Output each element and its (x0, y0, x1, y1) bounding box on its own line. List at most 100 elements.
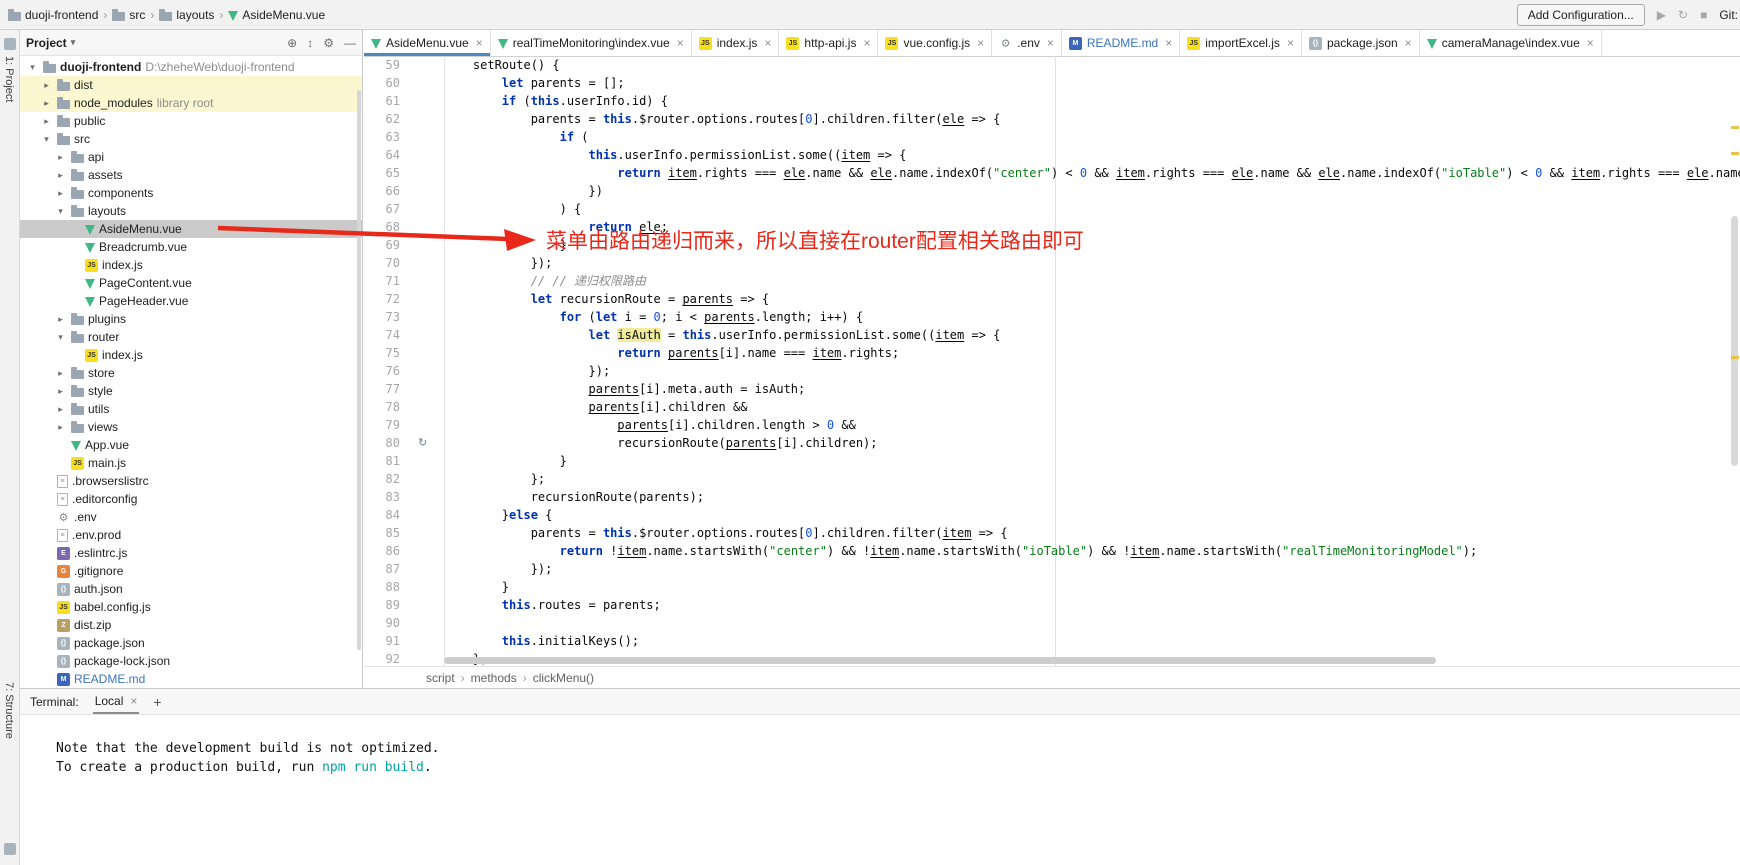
code-line[interactable]: parents = this.$router.options.routes[0]… (444, 110, 1740, 128)
git-label[interactable]: Git: (1719, 8, 1738, 22)
new-terminal-icon[interactable]: + (153, 694, 161, 710)
chevron-right-icon[interactable]: ▸ (54, 386, 67, 397)
code-line[interactable]: recursionRoute(parents); (444, 488, 1740, 506)
chevron-right-icon[interactable]: ▸ (40, 98, 53, 109)
error-stripe-mark[interactable] (1731, 126, 1739, 129)
tree-item-env[interactable]: ⚙.env (20, 508, 362, 526)
close-tab-icon[interactable]: × (1587, 36, 1594, 50)
editor-tab[interactable]: JShttp-api.js× (779, 30, 878, 56)
terminal-tab-local[interactable]: Local × (93, 689, 140, 714)
code-line[interactable]: }); (444, 362, 1740, 380)
code-line[interactable]: } (444, 452, 1740, 470)
code-editor[interactable]: setRoute() { let parents = []; if (this.… (444, 56, 1740, 666)
error-stripe-mark[interactable] (1731, 356, 1739, 359)
locate-file-icon[interactable]: ⊕ (287, 37, 297, 49)
editor-tab[interactable]: JSindex.js× (692, 30, 780, 56)
terminal-tool-icon[interactable] (4, 843, 16, 855)
code-line[interactable]: for (let i = 0; i < parents.length; i++)… (444, 308, 1740, 326)
tree-item-src[interactable]: ▾src (20, 130, 362, 148)
tree-item-app-vue[interactable]: App.vue (20, 436, 362, 454)
tree-item-utils[interactable]: ▸utils (20, 400, 362, 418)
tree-item-node-modules[interactable]: ▸node_modules library root (20, 94, 362, 112)
code-line[interactable]: parents[i].meta.auth = isAuth; (444, 380, 1740, 398)
tree-item-editorconfig[interactable]: ≡.editorconfig (20, 490, 362, 508)
tree-item-router[interactable]: ▾router (20, 328, 362, 346)
code-line[interactable]: ) { (444, 200, 1740, 218)
close-tab-icon[interactable]: × (130, 694, 137, 708)
settings-gear-icon[interactable]: ⚙ (323, 37, 334, 49)
code-line[interactable]: if ( (444, 128, 1740, 146)
stripe-structure-button[interactable]: 7: Structure (3, 682, 15, 739)
editor-breadcrumb-item[interactable]: script (426, 671, 455, 685)
tree-item-package-lock-json[interactable]: {}package-lock.json (20, 652, 362, 670)
code-line[interactable]: if (this.userInfo.id) { (444, 92, 1740, 110)
chevron-right-icon[interactable]: ▸ (54, 152, 67, 163)
editor-vertical-scrollbar[interactable] (1731, 216, 1738, 466)
tree-item-breadcrumb-vue[interactable]: Breadcrumb.vue (20, 238, 362, 256)
code-line[interactable]: // // 递归权限路由 (444, 272, 1740, 290)
terminal-output[interactable]: Note that the development build is not o… (20, 715, 1740, 777)
tree-item-dist-zip[interactable]: Zdist.zip (20, 616, 362, 634)
close-tab-icon[interactable]: × (863, 36, 870, 50)
code-line[interactable]: recursionRoute(parents[i].children); (444, 434, 1740, 452)
code-line[interactable]: return item.rights === ele.name && ele.n… (444, 164, 1740, 182)
tree-item-assets[interactable]: ▸assets (20, 166, 362, 184)
editor-tab[interactable]: ⚙.env× (992, 30, 1062, 56)
code-line[interactable]: return ele; (444, 218, 1740, 236)
stop-icon[interactable]: ■ (1700, 9, 1707, 21)
tree-item-eslintrc-js[interactable]: E.eslintrc.js (20, 544, 362, 562)
chevron-right-icon[interactable]: ▸ (54, 314, 67, 325)
chevron-right-icon[interactable]: ▸ (54, 404, 67, 415)
close-tab-icon[interactable]: × (476, 36, 483, 50)
code-line[interactable]: }) (444, 182, 1740, 200)
code-line[interactable]: parents[i].children && (444, 398, 1740, 416)
code-line[interactable]: parents = this.$router.options.routes[0]… (444, 524, 1740, 542)
tree-item-gitignore[interactable]: G.gitignore (20, 562, 362, 580)
code-line[interactable]: let parents = []; (444, 74, 1740, 92)
code-line[interactable]: this.initialKeys(); (444, 632, 1740, 650)
tree-item-components[interactable]: ▸components (20, 184, 362, 202)
code-line[interactable]: let recursionRoute = parents => { (444, 290, 1740, 308)
tree-item-layouts[interactable]: ▾layouts (20, 202, 362, 220)
tree-item-asidemenu-vue[interactable]: AsideMenu.vue (20, 220, 362, 238)
editor-breadcrumb-item[interactable]: clickMenu() (533, 671, 594, 685)
tree-item-style[interactable]: ▸style (20, 382, 362, 400)
tree-item-views[interactable]: ▸views (20, 418, 362, 436)
breadcrumb-item[interactable]: duoji-frontend (8, 8, 98, 22)
code-line[interactable]: let isAuth = this.userInfo.permissionLis… (444, 326, 1740, 344)
tree-item-duoji-frontend[interactable]: ▾duoji-frontend D:\zheheWeb\duoji-fronte… (20, 58, 362, 76)
code-line[interactable]: } (444, 236, 1740, 254)
recursive-call-gutter-icon[interactable]: ↻ (418, 436, 427, 450)
project-scrollbar[interactable] (357, 90, 361, 650)
tree-item-dist[interactable]: ▸dist (20, 76, 362, 94)
editor-breadcrumb-item[interactable]: methods (471, 671, 517, 685)
chevron-down-icon[interactable]: ▾ (54, 206, 67, 217)
close-tab-icon[interactable]: × (1287, 36, 1294, 50)
close-tab-icon[interactable]: × (1047, 36, 1054, 50)
close-tab-icon[interactable]: × (677, 36, 684, 50)
tree-item-index-js[interactable]: JSindex.js (20, 346, 362, 364)
tree-item-pagecontent-vue[interactable]: PageContent.vue (20, 274, 362, 292)
close-tab-icon[interactable]: × (977, 36, 984, 50)
tree-item-auth-json[interactable]: {}auth.json (20, 580, 362, 598)
chevron-right-icon[interactable]: ▸ (54, 188, 67, 199)
breadcrumb-item[interactable]: src (112, 8, 145, 22)
tree-item-public[interactable]: ▸public (20, 112, 362, 130)
tree-item-babel-config-js[interactable]: JSbabel.config.js (20, 598, 362, 616)
close-tab-icon[interactable]: × (764, 36, 771, 50)
code-line[interactable]: }else { (444, 506, 1740, 524)
stripe-project-button[interactable]: 1: Project (3, 56, 15, 102)
editor-tab[interactable]: JSimportExcel.js× (1180, 30, 1302, 56)
chevron-right-icon[interactable]: ▸ (54, 170, 67, 181)
hide-panel-icon[interactable]: ― (344, 37, 356, 49)
close-tab-icon[interactable]: × (1165, 36, 1172, 50)
chevron-down-icon[interactable]: ▾ (54, 332, 67, 343)
breadcrumb-item[interactable]: layouts (159, 8, 214, 22)
run-icon[interactable]: ▶ (1657, 9, 1666, 21)
tree-item-pageheader-vue[interactable]: PageHeader.vue (20, 292, 362, 310)
editor-tab[interactable]: realTimeMonitoring\index.vue× (491, 30, 692, 56)
refresh-icon[interactable]: ↻ (1678, 9, 1688, 21)
code-line[interactable]: }); (444, 560, 1740, 578)
chevron-right-icon[interactable]: ▸ (54, 368, 67, 379)
chevron-down-icon[interactable]: ▾ (40, 134, 53, 145)
